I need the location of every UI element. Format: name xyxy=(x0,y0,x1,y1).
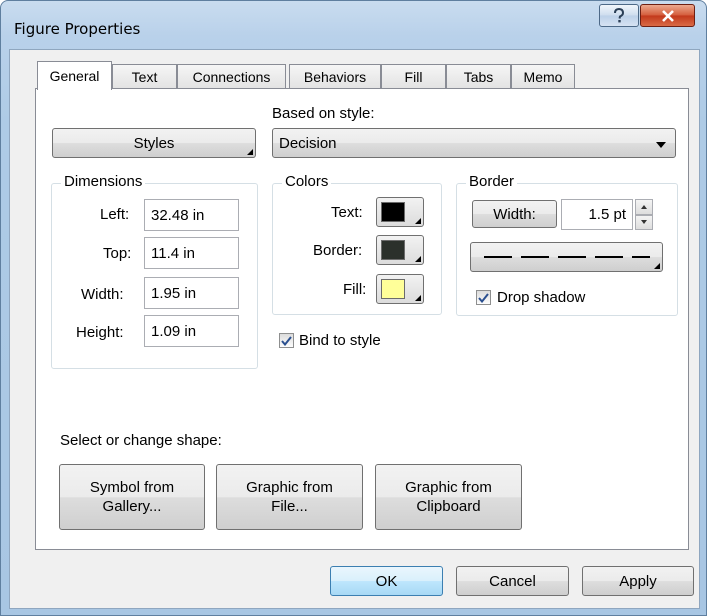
text-color-button[interactable] xyxy=(376,197,424,227)
tab-text[interactable]: Text xyxy=(112,64,177,89)
dimensions-title: Dimensions xyxy=(61,173,146,190)
close-icon xyxy=(641,5,694,26)
check-icon xyxy=(478,292,489,303)
menu-arrow-icon xyxy=(415,295,421,301)
width-input[interactable]: 1.95 in xyxy=(144,277,239,309)
width-label: Width: xyxy=(81,286,124,303)
text-color-swatch xyxy=(381,202,405,222)
dashed-line-icon xyxy=(483,256,650,258)
menu-arrow-icon xyxy=(654,263,660,269)
height-label: Height: xyxy=(76,324,124,341)
border-color-swatch xyxy=(381,240,405,260)
height-input[interactable]: 1.09 in xyxy=(144,315,239,347)
bind-to-style-checkbox[interactable] xyxy=(279,333,294,348)
border-width-button[interactable]: Width: xyxy=(472,200,557,228)
text-color-label: Text: xyxy=(331,204,363,221)
based-on-style-value: Decision xyxy=(279,134,337,152)
fill-color-swatch xyxy=(381,279,405,299)
chevron-down-icon xyxy=(641,220,647,224)
line-style-button[interactable] xyxy=(470,242,663,272)
tab-behaviors[interactable]: Behaviors xyxy=(289,64,381,89)
bind-to-style-label: Bind to style xyxy=(299,332,381,349)
border-width-input[interactable]: 1.5 pt xyxy=(561,199,633,230)
check-icon xyxy=(281,335,292,346)
colors-title: Colors xyxy=(282,173,332,190)
cancel-button[interactable]: Cancel xyxy=(456,566,569,596)
menu-arrow-icon xyxy=(415,256,421,262)
question-icon xyxy=(600,5,638,26)
tab-tabs[interactable]: Tabs xyxy=(446,64,511,89)
chevron-down-icon xyxy=(656,142,666,148)
tab-fill[interactable]: Fill xyxy=(381,64,446,89)
based-on-style-label: Based on style: xyxy=(272,105,375,122)
symbol-from-gallery-button[interactable]: Symbol from Gallery... xyxy=(59,464,205,530)
window-title: Figure Properties xyxy=(14,20,141,38)
tab-memo[interactable]: Memo xyxy=(511,64,575,89)
based-on-style-select[interactable]: Decision xyxy=(272,128,676,158)
tab-connections[interactable]: Connections xyxy=(177,64,286,89)
chevron-up-icon xyxy=(641,205,647,209)
border-color-button[interactable] xyxy=(376,235,424,265)
fill-color-button[interactable] xyxy=(376,274,424,304)
left-label: Left: xyxy=(100,206,130,223)
fill-color-label: Fill: xyxy=(343,281,367,298)
drop-shadow-checkbox[interactable] xyxy=(476,290,491,305)
spin-up-button[interactable] xyxy=(635,199,653,215)
select-shape-label: Select or change shape: xyxy=(60,432,222,449)
ok-button[interactable]: OK xyxy=(330,566,443,596)
top-label: Top: xyxy=(103,245,132,262)
left-input[interactable]: 32.48 in xyxy=(144,199,239,231)
graphic-from-clipboard-button[interactable]: Graphic from Clipboard xyxy=(375,464,522,530)
graphic-from-file-button[interactable]: Graphic from File... xyxy=(216,464,363,530)
tab-general[interactable]: General xyxy=(37,61,112,90)
close-button[interactable] xyxy=(640,4,695,27)
menu-arrow-icon xyxy=(415,218,421,224)
styles-button-label: Styles xyxy=(133,134,175,152)
styles-button[interactable]: Styles xyxy=(52,128,256,158)
help-button[interactable] xyxy=(599,4,639,27)
apply-button[interactable]: Apply xyxy=(582,566,694,596)
menu-arrow-icon xyxy=(247,149,253,155)
top-input[interactable]: 11.4 in xyxy=(144,237,239,269)
spin-down-button[interactable] xyxy=(635,215,653,230)
drop-shadow-label: Drop shadow xyxy=(497,289,586,306)
border-color-label: Border: xyxy=(313,242,363,259)
border-title: Border xyxy=(466,173,518,190)
